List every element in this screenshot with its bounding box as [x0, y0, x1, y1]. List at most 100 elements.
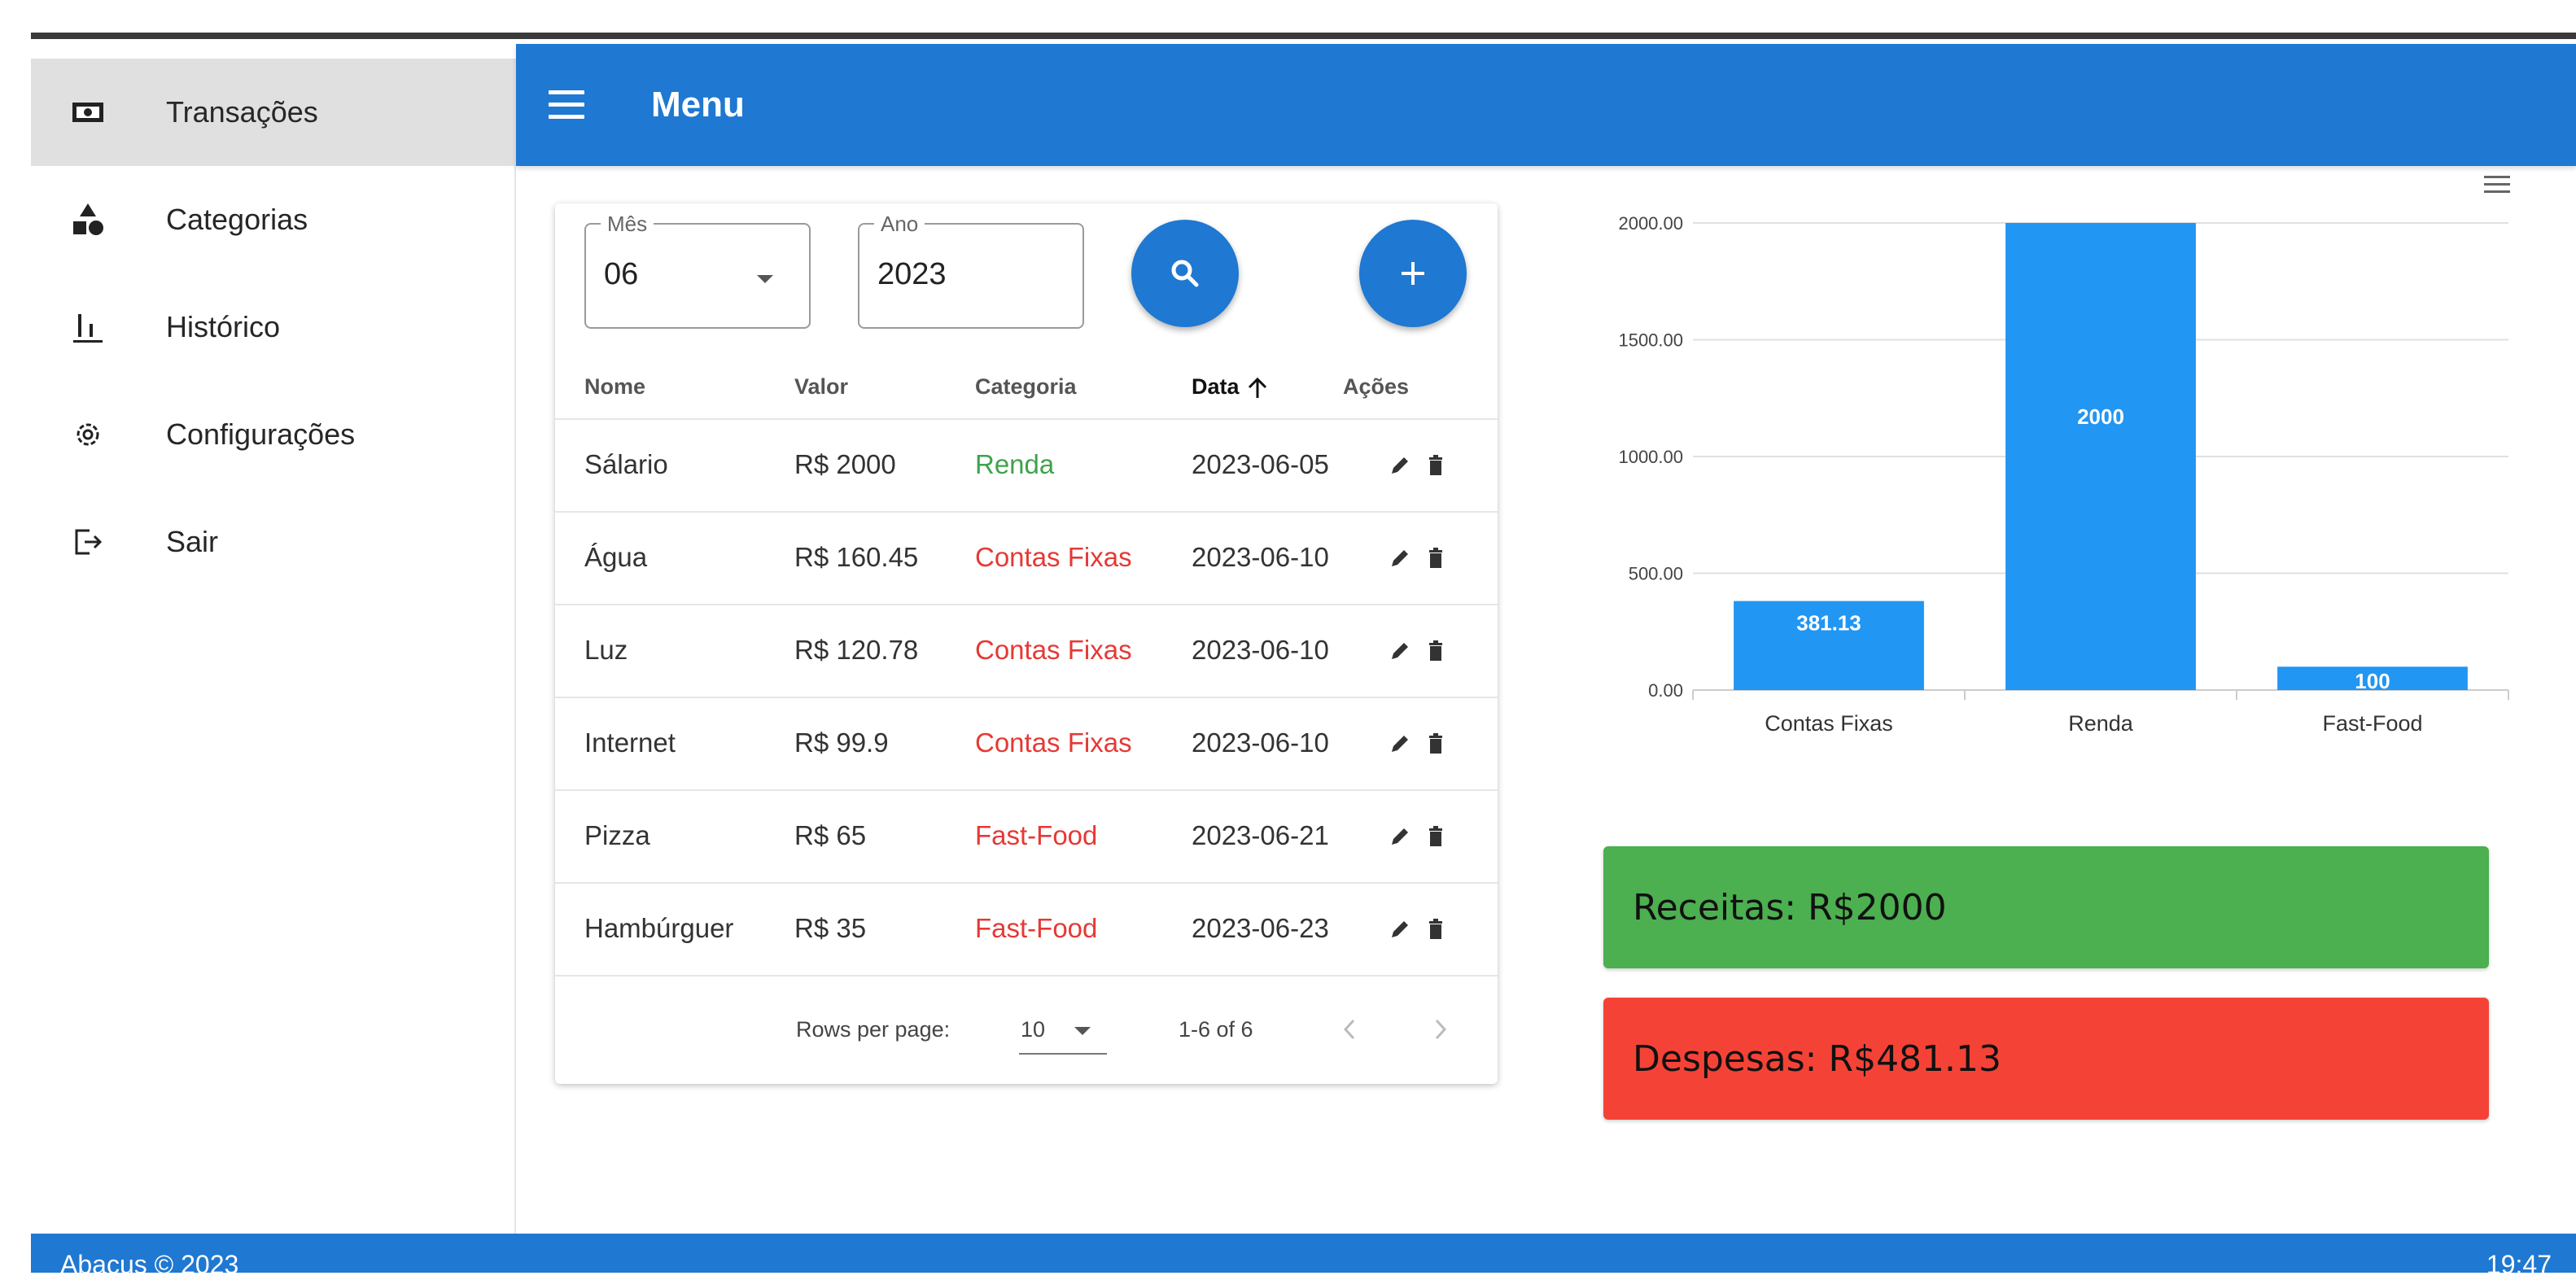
y-tick-label: 500.00: [1629, 564, 1683, 584]
table-row: Água R$ 160.45 Contas Fixas 2023-06-10: [555, 513, 1498, 605]
header-categoria[interactable]: Categoria: [975, 374, 1077, 400]
bar-data-label: 2000: [2077, 404, 2124, 429]
cell-categoria: Contas Fixas: [975, 727, 1132, 758]
sidebar: Transações Categorias Histórico Configur…: [31, 59, 516, 1234]
sidebar-item-configuracoes[interactable]: Configurações: [31, 381, 516, 488]
header-valor[interactable]: Valor: [794, 374, 848, 400]
cell-valor: R$ 2000: [794, 449, 896, 479]
delete-icon[interactable]: [1423, 731, 1449, 757]
sidebar-item-label: Histórico: [166, 310, 281, 343]
y-tick-label: 0.00: [1648, 680, 1683, 701]
header-nome[interactable]: Nome: [584, 374, 645, 400]
cell-valor: R$ 99.9: [794, 727, 889, 758]
sidebar-item-sair[interactable]: Sair: [31, 488, 516, 596]
sidebar-item-historico[interactable]: Histórico: [31, 273, 516, 381]
edit-icon[interactable]: [1387, 823, 1413, 850]
table-row: Luz R$ 120.78 Contas Fixas 2023-06-10: [555, 605, 1498, 698]
pagination-range: 1-6 of 6: [1179, 1017, 1253, 1042]
y-tick-label: 2000.00: [1618, 213, 1683, 234]
cell-valor: R$ 65: [794, 820, 867, 850]
chart-menu-icon[interactable]: [2484, 176, 2510, 193]
menu-icon[interactable]: [549, 90, 584, 120]
month-label: Mês: [601, 212, 654, 237]
header-data[interactable]: Data: [1192, 374, 1240, 400]
edit-icon[interactable]: [1387, 916, 1413, 942]
category-icon: [63, 195, 112, 244]
window-top-border: [31, 33, 2576, 39]
sidebar-item-label: Categorias: [166, 203, 308, 236]
x-tick-label: Renda: [2068, 711, 2134, 736]
chevron-down-icon: [757, 275, 773, 283]
bar-data-label: 381.13: [1796, 611, 1861, 636]
edit-icon[interactable]: [1387, 638, 1413, 664]
delete-icon[interactable]: [1423, 638, 1449, 664]
cell-valor: R$ 120.78: [794, 635, 919, 665]
next-page-icon[interactable]: [1431, 1016, 1450, 1043]
chevron-down-icon: [1074, 1027, 1091, 1035]
cell-data: 2023-06-10: [1192, 727, 1329, 758]
cell-data: 2023-06-21: [1192, 820, 1329, 850]
sidebar-item-label: Transações: [166, 95, 318, 129]
logout-icon: [63, 518, 112, 566]
edit-icon[interactable]: [1387, 731, 1413, 757]
category-bar-chart: 0.00 500.00 1000.00 1500.00 2000.00 381.13 Con…: [1618, 176, 2510, 736]
table-pagination: Rows per page: 10 1-6 of 6: [555, 976, 1498, 1084]
search-button[interactable]: [1131, 220, 1239, 327]
sidebar-item-label: Sair: [166, 525, 219, 558]
sidebar-item-transacoes[interactable]: Transações: [31, 59, 516, 166]
delete-icon[interactable]: [1423, 916, 1449, 942]
clock-text: 19:47: [2486, 1250, 2552, 1279]
delete-icon[interactable]: [1423, 452, 1449, 478]
edit-icon[interactable]: [1387, 452, 1413, 478]
delete-icon[interactable]: [1423, 823, 1449, 850]
sidebar-item-categorias[interactable]: Categorias: [31, 166, 516, 273]
sidebar-item-label: Configurações: [166, 417, 356, 451]
x-tick-label: Contas Fixas: [1765, 711, 1893, 736]
cell-categoria: Contas Fixas: [975, 635, 1132, 665]
year-field[interactable]: Ano 2023: [858, 212, 1084, 329]
cell-nome: Internet: [584, 727, 676, 758]
month-select[interactable]: Mês 06: [584, 212, 811, 329]
cell-valor: R$ 35: [794, 913, 867, 943]
cell-categoria: Contas Fixas: [975, 542, 1132, 572]
year-value: 2023: [877, 257, 947, 291]
plus-icon: [1402, 262, 1424, 285]
cell-categoria: Renda: [975, 449, 1055, 479]
rows-per-page-select[interactable]: 10: [1021, 1017, 1045, 1042]
cell-data: 2023-06-10: [1192, 542, 1329, 572]
rows-per-page-underline: [1019, 1053, 1107, 1055]
bar-data-label: 100: [2355, 669, 2390, 693]
delete-icon[interactable]: [1423, 545, 1449, 571]
table-row: Pizza R$ 65 Fast-Food 2023-06-21: [555, 791, 1498, 884]
table-row: Sálario R$ 2000 Renda 2023-06-05: [555, 420, 1498, 513]
cell-data: 2023-06-05: [1192, 449, 1329, 479]
previous-page-icon[interactable]: [1340, 1016, 1359, 1043]
x-tick-label: Fast-Food: [2322, 711, 2422, 736]
cell-data: 2023-06-10: [1192, 635, 1329, 665]
footer: Abacus © 2023 19:47: [31, 1234, 2576, 1279]
gear-icon: [63, 410, 112, 459]
edit-icon[interactable]: [1387, 545, 1413, 571]
copyright-text: Abacus © 2023: [60, 1250, 239, 1279]
transactions-card: Mês 06 Ano 2023 Nome Valor Categoria Dat…: [555, 203, 1498, 1084]
bar-renda: [2005, 223, 2196, 690]
income-text: Receitas: R$2000: [1633, 887, 1947, 928]
bar-chart-icon: [63, 303, 112, 352]
table-header: Nome Valor Categoria Data Ações: [555, 355, 1498, 420]
cell-nome: Luz: [584, 635, 628, 665]
app-bar: Menu: [516, 44, 2576, 166]
income-summary: Receitas: R$2000: [1603, 846, 2489, 968]
cell-nome: Sálario: [584, 449, 668, 479]
y-tick-label: 1500.00: [1618, 330, 1683, 351]
table-row: Hambúrguer R$ 35 Fast-Food 2023-06-23: [555, 884, 1498, 976]
cell-nome: Água: [584, 542, 648, 572]
cell-categoria: Fast-Food: [975, 820, 1098, 850]
year-label: Ano: [874, 212, 925, 237]
cell-categoria: Fast-Food: [975, 913, 1098, 943]
sort-ascending-icon[interactable]: [1245, 376, 1270, 400]
table-row: Internet R$ 99.9 Contas Fixas 2023-06-10: [555, 698, 1498, 791]
add-transaction-button[interactable]: [1359, 220, 1467, 327]
expense-summary: Despesas: R$481.13: [1603, 998, 2489, 1120]
expense-text: Despesas: R$481.13: [1633, 1038, 2002, 1080]
rows-per-page-label: Rows per page:: [796, 1017, 951, 1042]
